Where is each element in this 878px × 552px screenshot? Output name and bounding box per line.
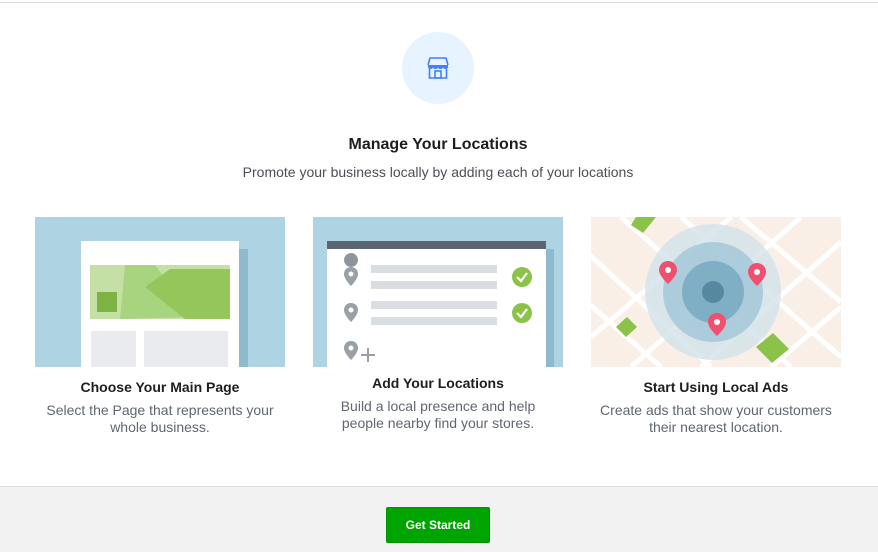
card-title: Start Using Local Ads xyxy=(643,379,789,395)
page-preview-illustration xyxy=(35,217,285,367)
card-description: Select the Page that represents your who… xyxy=(46,402,274,435)
card-title: Choose Your Main Page xyxy=(80,379,240,395)
card-choose-main-page: Choose Your Main Page Select the Page th… xyxy=(35,217,285,436)
card-description: Create ads that show your customers thei… xyxy=(600,402,832,435)
card-title: Add Your Locations xyxy=(372,375,504,391)
local-ads-map-illustration xyxy=(591,217,841,367)
location-list-illustration xyxy=(313,217,563,367)
card-local-ads: Start Using Local Ads Create ads that sh… xyxy=(591,217,841,436)
get-started-button[interactable]: Get Started xyxy=(386,507,490,543)
card-add-locations: Add Your Locations Build a local presenc… xyxy=(313,217,563,432)
store-icon xyxy=(402,32,474,104)
page-title: Manage Your Locations xyxy=(348,136,528,153)
card-description: Build a local presence and help people n… xyxy=(340,398,536,431)
top-divider xyxy=(0,0,878,3)
page-subtitle: Promote your business locally by adding … xyxy=(242,164,634,180)
